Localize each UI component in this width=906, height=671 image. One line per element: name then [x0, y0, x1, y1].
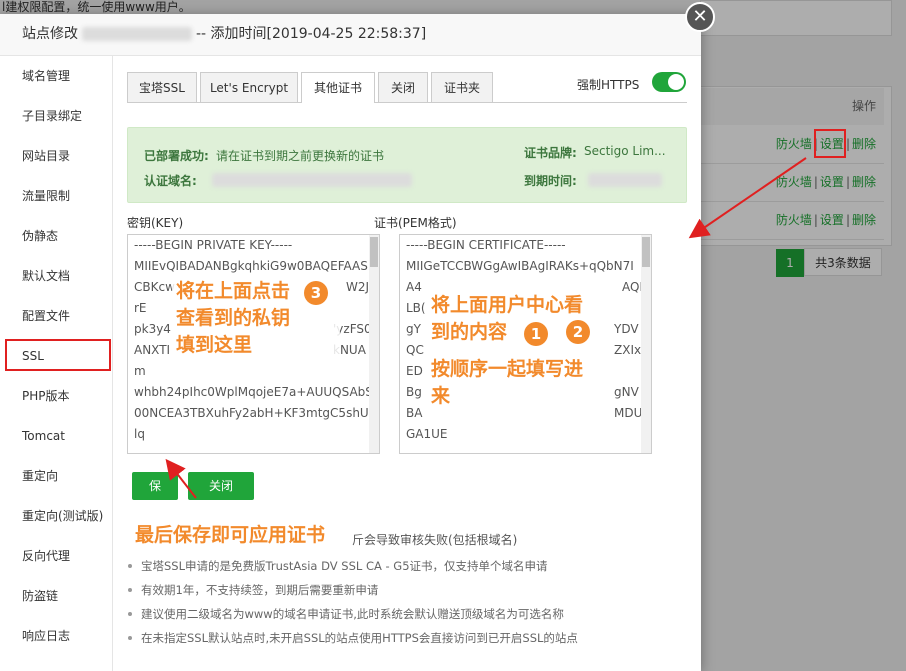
tab-other-cert[interactable]: 其他证书	[301, 72, 375, 103]
tip-item: 宝塔SSL申请的是免费版TrustAsia DV SSL CA - G5证书，仅…	[127, 554, 687, 578]
key-scrollbar[interactable]	[369, 235, 379, 453]
tip-item: 在未指定SSL默认站点时,未开启SSL的站点使用HTTPS会直接访问到已开启SS…	[127, 626, 687, 650]
brand-label: 证书品牌:	[524, 146, 577, 160]
toggle-knob	[668, 74, 684, 90]
close-ssl-button[interactable]: 关闭SSL	[188, 472, 254, 521]
brand-value: Sectigo Lim...	[584, 144, 666, 158]
tips-list: 宝塔SSL申请的是免费版TrustAsia DV SSL CA - G5证书，仅…	[127, 554, 687, 650]
blurred-domain	[82, 27, 192, 41]
sidebar-item-config[interactable]: 配置文件	[0, 296, 112, 336]
tab-lets-encrypt[interactable]: Let's Encrypt	[200, 72, 298, 102]
cert-info-box: 已部署成功: 请在证书到期之前更换新的证书 证书品牌: Sectigo Lim.…	[127, 127, 687, 203]
sidebar-item-domain[interactable]: 域名管理	[0, 56, 112, 96]
setting-highlight-box	[814, 129, 846, 158]
key-line: MIIEvQIBADANBgkqhkiG9w0BAQEFAAS	[134, 259, 368, 273]
sidebar-item-tomcat[interactable]: Tomcat	[0, 416, 112, 456]
sidebar-item-default-doc[interactable]: 默认文档	[0, 256, 112, 296]
tip-item: 建议使用二级域名为www的域名申请证书,此时系统会默认赠送顶级域名为可选名称	[127, 602, 687, 626]
sidebar: 域名管理 子目录绑定 网站目录 流量限制 伪静态 默认文档 配置文件 SSL P…	[0, 56, 113, 671]
tab-close[interactable]: 关闭	[378, 72, 428, 102]
ssl-highlight-box	[5, 339, 111, 371]
tab-baota-ssl[interactable]: 宝塔SSL	[127, 72, 197, 102]
annotation-key-line-1: 将在上面点击	[176, 280, 291, 302]
cert-line: MIIGeTCCBWGgAwIBAgIRAKs+qQbN7I	[406, 259, 634, 273]
deployed-value: 请在证书到期之前更换新的证书	[216, 149, 385, 163]
annotation-final: 最后保存即可应用证书	[135, 524, 326, 546]
annotation-key-line-2: 查看到的私钥	[176, 307, 291, 329]
modal-title-prefix: 站点修改	[22, 26, 78, 42]
blurred-expire-date	[588, 173, 662, 187]
sidebar-item-php[interactable]: PHP版本	[0, 376, 112, 416]
annotation-cert-line-1: 将上面用户中心看	[431, 294, 584, 316]
cert-label: 证书(PEM格式)	[374, 216, 457, 230]
key-line: 00NCEA3TBXuhFy2abH+KF3mtgC5shUb	[134, 406, 377, 420]
sidebar-item-reverse-proxy[interactable]: 反向代理	[0, 536, 112, 576]
annotation-badge-1: 1	[524, 322, 548, 346]
force-https-toggle[interactable]	[652, 72, 686, 92]
sidebar-item-site-dir[interactable]: 网站目录	[0, 136, 112, 176]
note-partial: 斤会导致审核失败(包括根域名)	[352, 533, 518, 547]
key-line: whbh24pIhc0WplMqojeE7a+AUUQSAbS	[134, 385, 373, 399]
key-line: m	[134, 364, 146, 378]
cert-scrollbar[interactable]	[641, 235, 651, 453]
close-icon[interactable]: ✕	[685, 2, 715, 32]
tab-cert-folder[interactable]: 证书夹	[431, 72, 493, 102]
modal-title: 站点修改 -- 添加时间[2019-04-25 22:58:37]	[0, 14, 701, 56]
annotation-cert-line-2: 到的内容	[431, 321, 508, 343]
site-edit-modal: 站点修改 -- 添加时间[2019-04-25 22:58:37] 域名管理 子目…	[0, 14, 701, 671]
key-line: lq	[134, 427, 145, 441]
deployed-label: 已部署成功:	[144, 149, 209, 163]
key-line: -----BEGIN PRIVATE KEY-----	[134, 238, 293, 252]
tip-item: 有效期1年，不支持续签，到期后需要重新申请	[127, 578, 687, 602]
expire-label: 到期时间:	[524, 174, 577, 188]
sidebar-item-traffic[interactable]: 流量限制	[0, 176, 112, 216]
sidebar-item-hotlink[interactable]: 防盗链	[0, 576, 112, 616]
sidebar-item-rewrite[interactable]: 伪静态	[0, 216, 112, 256]
annotation-key-line-3: 填到这里	[176, 334, 253, 356]
sidebar-item-redirect-beta[interactable]: 重定向(测试版)	[0, 496, 112, 536]
key-label: 密钥(KEY)	[127, 216, 184, 230]
annotation-badge-2: 2	[566, 320, 590, 344]
save-button[interactable]: 保存	[132, 472, 178, 521]
sidebar-item-response-log[interactable]: 响应日志	[0, 616, 112, 656]
modal-title-suffix: -- 添加时间[2019-04-25 22:58:37]	[196, 26, 427, 42]
domain-label: 认证域名:	[144, 174, 197, 188]
cert-line: GA1UE	[406, 427, 448, 441]
annotation-badge-3: 3	[304, 281, 328, 305]
blurred-cert-domains	[212, 173, 412, 187]
annotation-cert-line-4: 来	[431, 385, 451, 407]
annotation-cert-line-3: 按顺序一起填写进	[431, 358, 584, 380]
sidebar-item-subdir[interactable]: 子目录绑定	[0, 96, 112, 136]
sidebar-item-redirect[interactable]: 重定向	[0, 456, 112, 496]
key-scroll-thumb[interactable]	[370, 237, 378, 267]
ssl-content: 宝塔SSL Let's Encrypt 其他证书 关闭 证书夹 强制HTTPS …	[112, 56, 701, 671]
force-https-label: 强制HTTPS	[577, 78, 640, 92]
cert-scroll-thumb[interactable]	[642, 237, 650, 267]
cert-line: -----BEGIN CERTIFICATE-----	[406, 238, 566, 252]
